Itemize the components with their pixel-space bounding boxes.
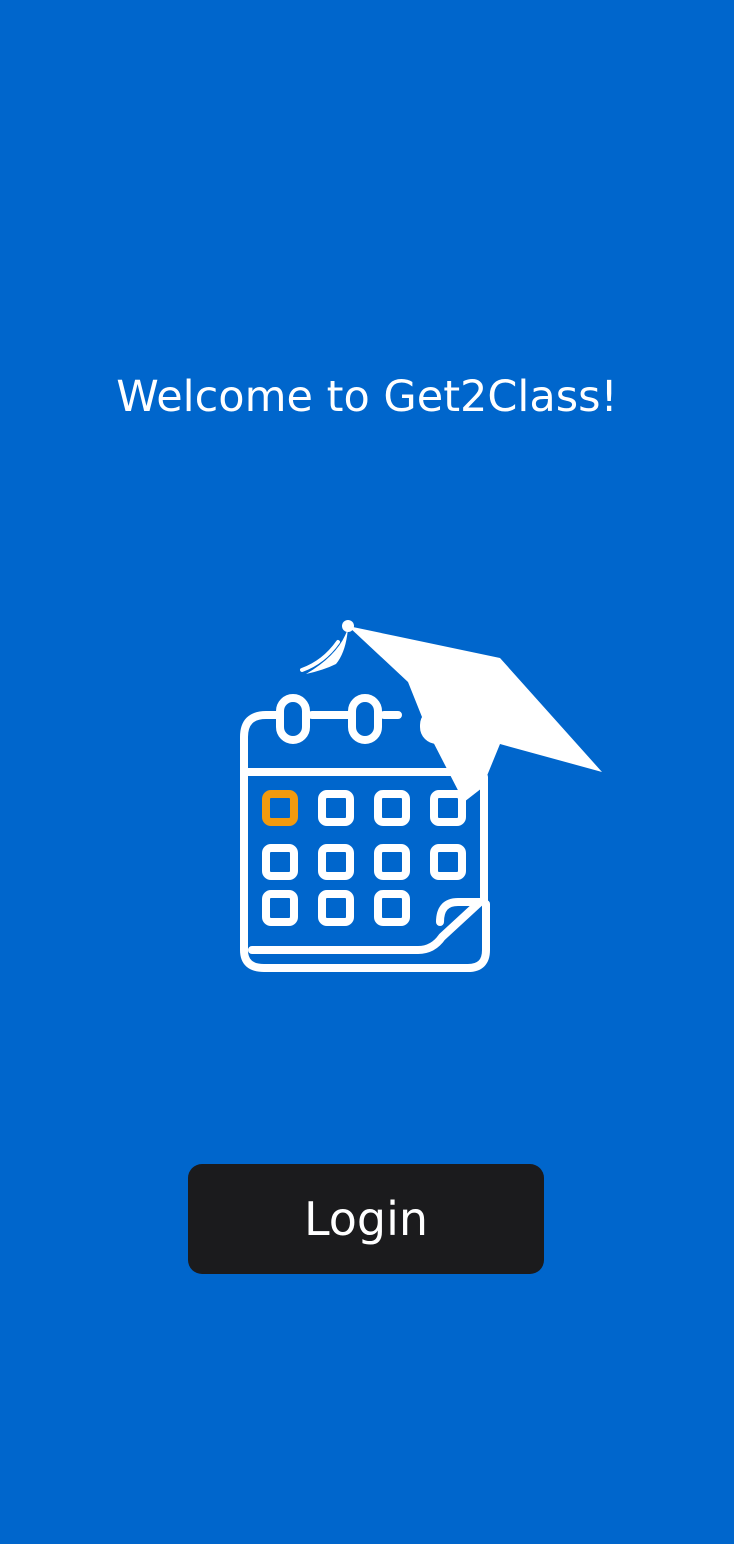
welcome-title: Welcome to Get2Class! bbox=[116, 372, 618, 422]
calendar-graduation-cap-icon bbox=[240, 620, 602, 972]
login-button[interactable]: Login bbox=[188, 1164, 544, 1274]
welcome-screen: Welcome to Get2Class! Login bbox=[0, 0, 734, 1544]
